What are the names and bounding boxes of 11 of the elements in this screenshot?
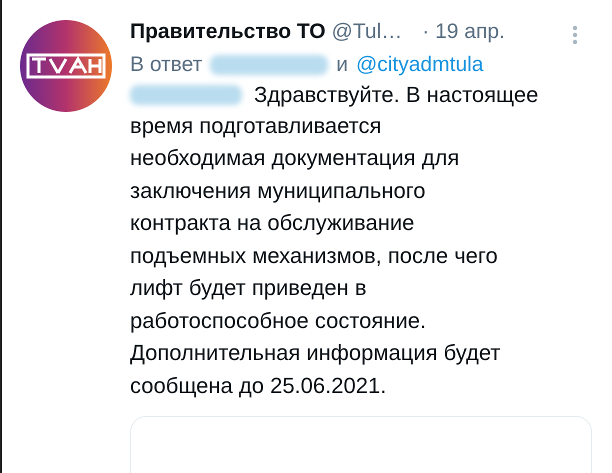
tweet-text: Здравствуйте. В настоящее bbox=[254, 82, 538, 108]
quoted-card[interactable] bbox=[130, 416, 592, 473]
avatar-logo-icon bbox=[20, 20, 112, 112]
reply-label: В ответ bbox=[130, 52, 202, 77]
reply-joiner: и bbox=[336, 52, 348, 77]
author-handle[interactable]: @Tul… bbox=[332, 20, 402, 44]
more-icon[interactable] bbox=[572, 24, 578, 45]
tweet-text: время подготавливается необходимая документация для заключения муниципального контракта на обслуживание подъемных механизмов, после чего лифт будет приведен в работоспособное состояние. Дополнительная информация будет сообщена до 25.06.2021. bbox=[130, 112, 502, 400]
author-name[interactable]: Правительство ТО bbox=[130, 20, 326, 44]
mention-link[interactable]: @cityadmtula bbox=[356, 52, 484, 77]
tweet-time[interactable]: · 19 апр. bbox=[422, 20, 505, 44]
